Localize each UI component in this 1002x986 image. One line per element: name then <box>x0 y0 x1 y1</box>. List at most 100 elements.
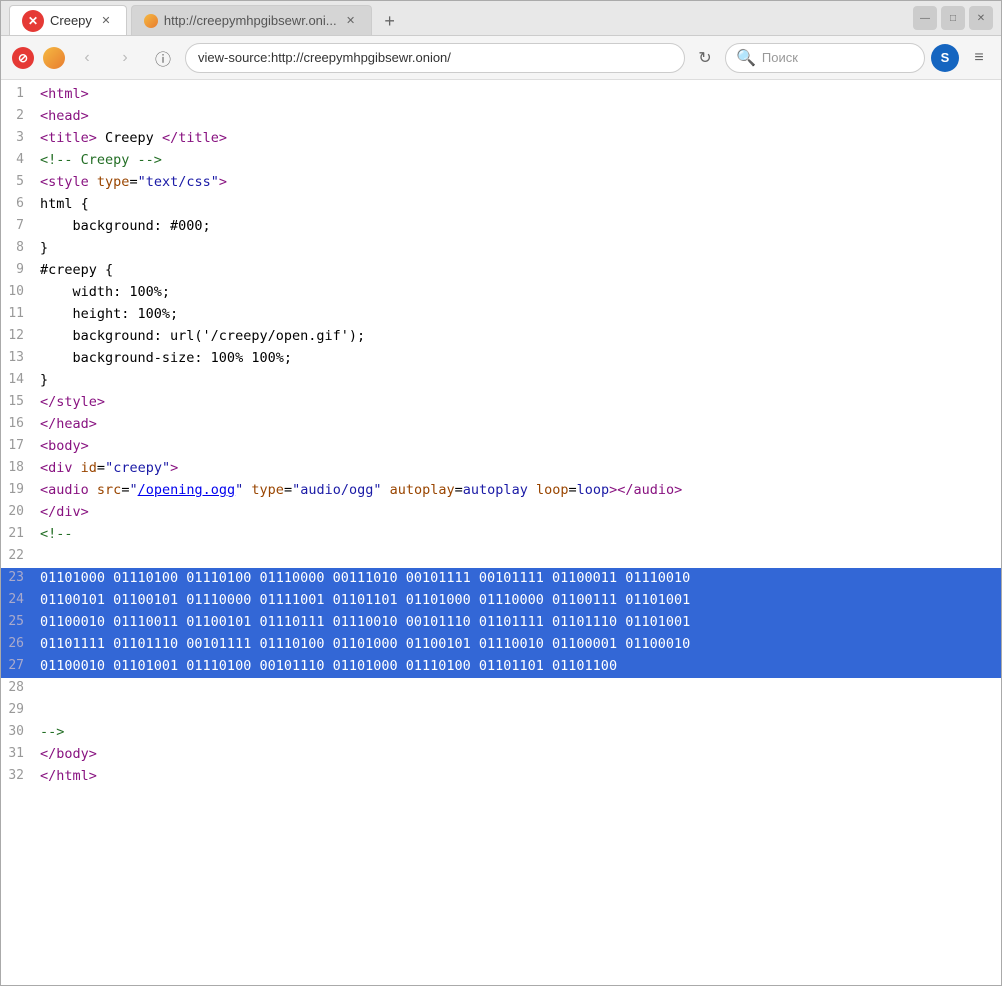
source-line-24: 2401100101 01100101 01110000 01111001 01… <box>1 590 1001 612</box>
line-number-21: 21 <box>1 524 36 546</box>
search-icon: 🔍 <box>736 48 756 68</box>
source-line-5: 5<style type="text/css"> <box>1 172 1001 194</box>
tab-close-onion[interactable]: ✕ <box>343 13 359 29</box>
line-content-5: <style type="text/css"> <box>36 172 1001 194</box>
line-number-17: 17 <box>1 436 36 458</box>
source-line-26: 2601101111 01101110 00101111 01110100 01… <box>1 634 1001 656</box>
source-line-14: 14} <box>1 370 1001 392</box>
line-number-20: 20 <box>1 502 36 524</box>
line-number-2: 2 <box>1 106 36 128</box>
tab-title-onion: http://creepymhpgibsewr.oni... <box>164 13 337 28</box>
security-stop-icon: ⊘ <box>9 44 37 72</box>
line-number-3: 3 <box>1 128 36 150</box>
line-number-14: 14 <box>1 370 36 392</box>
line-number-30: 30 <box>1 722 36 744</box>
refresh-button[interactable]: ↻ <box>691 44 719 72</box>
source-line-3: 3<title> Creepy </title> <box>1 128 1001 150</box>
line-content-23: 01101000 01110100 01110100 01110000 0011… <box>36 568 1001 590</box>
source-line-4: 4<!-- Creepy --> <box>1 150 1001 172</box>
source-line-18: 18<div id="creepy"> <box>1 458 1001 480</box>
tab-group: ✕ Creepy ✕ http://creepymhpgibsewr.oni..… <box>9 1 913 35</box>
tab-title-creepy: Creepy <box>50 13 92 28</box>
line-content-26: 01101111 01101110 00101111 01110100 0110… <box>36 634 1001 656</box>
line-number-25: 25 <box>1 612 36 634</box>
line-content-27: 01100010 01101001 01110100 00101110 0110… <box>36 656 1001 678</box>
line-number-26: 26 <box>1 634 36 656</box>
source-line-19: 19<audio src="/opening.ogg" type="audio/… <box>1 480 1001 502</box>
source-line-1: 1<html> <box>1 84 1001 106</box>
line-number-6: 6 <box>1 194 36 216</box>
tab-onion[interactable]: http://creepymhpgibsewr.oni... ✕ <box>131 5 372 35</box>
line-number-15: 15 <box>1 392 36 414</box>
source-line-23: 2301101000 01110100 01110100 01110000 00… <box>1 568 1001 590</box>
line-content-31: </body> <box>36 744 1001 766</box>
line-content-29 <box>36 700 1001 722</box>
new-tab-button[interactable]: + <box>376 7 404 35</box>
browser-window: ✕ Creepy ✕ http://creepymhpgibsewr.oni..… <box>0 0 1002 986</box>
line-content-18: <div id="creepy"> <box>36 458 1001 480</box>
line-content-15: </style> <box>36 392 1001 414</box>
stop-sign-icon: ⊘ <box>12 47 34 69</box>
source-line-30: 30--> <box>1 722 1001 744</box>
tab-close-creepy[interactable]: ✕ <box>98 13 114 29</box>
line-number-31: 31 <box>1 744 36 766</box>
profile-icon[interactable]: S <box>931 44 959 72</box>
line-content-13: background-size: 100% 100%; <box>36 348 1001 370</box>
source-line-20: 20</div> <box>1 502 1001 524</box>
line-number-1: 1 <box>1 84 36 106</box>
forward-button[interactable]: › <box>109 42 141 74</box>
nav-flame-icon <box>43 47 65 69</box>
line-number-12: 12 <box>1 326 36 348</box>
line-content-24: 01100101 01100101 01110000 01111001 0110… <box>36 590 1001 612</box>
line-content-1: <html> <box>36 84 1001 106</box>
minimize-button[interactable]: — <box>913 6 937 30</box>
line-content-11: height: 100%; <box>36 304 1001 326</box>
source-line-12: 12 background: url('/creepy/open.gif'); <box>1 326 1001 348</box>
line-number-10: 10 <box>1 282 36 304</box>
line-content-6: html { <box>36 194 1001 216</box>
audio-src-link[interactable]: /opening.ogg <box>138 482 236 498</box>
line-content-2: <head> <box>36 106 1001 128</box>
line-number-24: 24 <box>1 590 36 612</box>
flame-icon <box>144 14 158 28</box>
address-text: view-source:http://creepymhpgibsewr.onio… <box>198 50 451 65</box>
tab-creepy[interactable]: ✕ Creepy ✕ <box>9 5 127 35</box>
line-number-5: 5 <box>1 172 36 194</box>
source-line-32: 32</html> <box>1 766 1001 788</box>
line-content-14: } <box>36 370 1001 392</box>
line-content-22 <box>36 546 1001 568</box>
info-button[interactable]: ⓘ <box>147 42 179 74</box>
line-number-23: 23 <box>1 568 36 590</box>
back-button[interactable]: ‹ <box>71 42 103 74</box>
title-bar: ✕ Creepy ✕ http://creepymhpgibsewr.oni..… <box>1 1 1001 36</box>
line-content-21: <!-- <box>36 524 1001 546</box>
source-line-8: 8} <box>1 238 1001 260</box>
line-number-16: 16 <box>1 414 36 436</box>
source-view: 1<html>2<head>3<title> Creepy </title>4<… <box>1 80 1001 792</box>
line-content-19: <audio src="/opening.ogg" type="audio/og… <box>36 480 1001 502</box>
line-content-25: 01100010 01110011 01100101 01110111 0111… <box>36 612 1001 634</box>
source-line-29: 29 <box>1 700 1001 722</box>
line-number-28: 28 <box>1 678 36 700</box>
address-bar[interactable]: view-source:http://creepymhpgibsewr.onio… <box>185 43 685 73</box>
line-number-27: 27 <box>1 656 36 678</box>
search-bar[interactable]: 🔍 Поиск <box>725 43 925 73</box>
source-line-27: 2701100010 01101001 01110100 00101110 01… <box>1 656 1001 678</box>
maximize-button[interactable]: □ <box>941 6 965 30</box>
line-content-9: #creepy { <box>36 260 1001 282</box>
line-content-3: <title> Creepy </title> <box>36 128 1001 150</box>
source-line-31: 31</body> <box>1 744 1001 766</box>
source-line-10: 10 width: 100%; <box>1 282 1001 304</box>
menu-button[interactable]: ≡ <box>965 44 993 72</box>
source-line-2: 2<head> <box>1 106 1001 128</box>
source-line-22: 22 <box>1 546 1001 568</box>
source-line-16: 16</head> <box>1 414 1001 436</box>
line-content-30: --> <box>36 722 1001 744</box>
source-line-6: 6html { <box>1 194 1001 216</box>
search-placeholder: Поиск <box>762 50 798 65</box>
line-content-10: width: 100%; <box>36 282 1001 304</box>
source-line-7: 7 background: #000; <box>1 216 1001 238</box>
line-number-11: 11 <box>1 304 36 326</box>
line-number-4: 4 <box>1 150 36 172</box>
close-button[interactable]: ✕ <box>969 6 993 30</box>
